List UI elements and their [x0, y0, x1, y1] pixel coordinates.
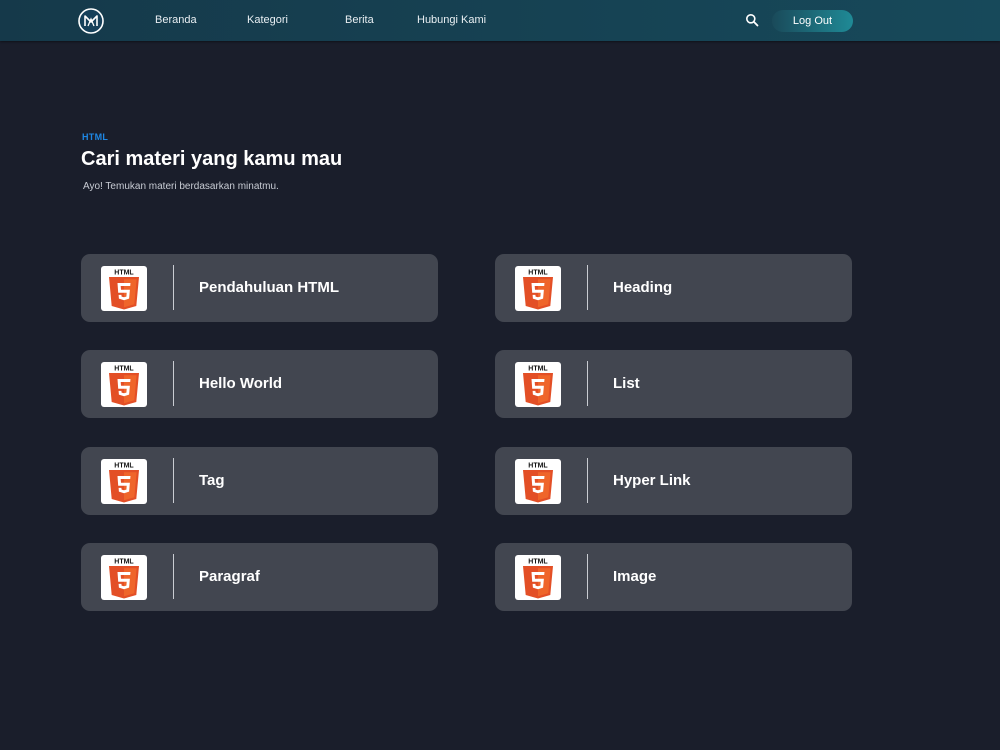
card-label: List — [613, 375, 640, 392]
card-divider — [587, 458, 588, 503]
card-label: Hyper Link — [613, 472, 691, 489]
svg-text:HTML: HTML — [528, 270, 548, 277]
html5-icon: HTML — [101, 459, 147, 504]
svg-text:HTML: HTML — [528, 463, 548, 470]
card-divider — [173, 361, 174, 406]
materi-card[interactable]: HTML Paragraf — [81, 543, 438, 611]
card-label: Hello World — [199, 375, 283, 392]
svg-text:HTML: HTML — [114, 366, 134, 373]
logo-icon[interactable] — [78, 8, 104, 34]
card-label: Paragraf — [199, 568, 260, 585]
card-divider — [587, 361, 588, 406]
materi-card[interactable]: HTML Pendahuluan HTML — [81, 254, 438, 322]
card-divider — [173, 554, 174, 599]
card-label: Heading — [613, 279, 673, 296]
logout-button[interactable]: Log Out — [772, 10, 853, 32]
svg-text:HTML: HTML — [528, 559, 548, 566]
nav-link-hubungi-kami[interactable]: Hubungi Kami — [417, 0, 486, 41]
card-label: Tag — [199, 472, 225, 489]
search-icon[interactable] — [745, 13, 759, 27]
html5-icon: HTML — [515, 362, 561, 407]
materi-card[interactable]: HTML Hyper Link — [495, 447, 852, 515]
svg-text:HTML: HTML — [114, 270, 134, 277]
svg-text:HTML: HTML — [114, 463, 134, 470]
card-divider — [587, 265, 588, 310]
page-subtitle: Ayo! Temukan materi berdasarkan minatmu. — [83, 181, 279, 192]
html5-icon: HTML — [515, 555, 561, 600]
html5-icon: HTML — [515, 459, 561, 504]
html5-icon: HTML — [101, 266, 147, 311]
materi-card[interactable]: HTML Hello World — [81, 350, 438, 418]
materi-card[interactable]: HTML Heading — [495, 254, 852, 322]
page-title: Cari materi yang kamu mau — [81, 148, 343, 170]
card-divider — [173, 458, 174, 503]
materi-card[interactable]: HTML List — [495, 350, 852, 418]
card-divider — [587, 554, 588, 599]
card-divider — [173, 265, 174, 310]
materi-card[interactable]: HTML Image — [495, 543, 852, 611]
svg-text:HTML: HTML — [528, 366, 548, 373]
navbar: Beranda Kategori Berita Hubungi Kami Log… — [0, 0, 1000, 41]
category-eyebrow: HTML — [82, 132, 109, 142]
card-label: Pendahuluan HTML — [199, 279, 339, 296]
materi-card[interactable]: HTML Tag — [81, 447, 438, 515]
html5-icon: HTML — [101, 555, 147, 600]
nav-link-beranda[interactable]: Beranda — [155, 0, 197, 41]
nav-link-berita[interactable]: Berita — [345, 0, 374, 41]
html5-icon: HTML — [101, 362, 147, 407]
html5-icon: HTML — [515, 266, 561, 311]
svg-text:HTML: HTML — [114, 559, 134, 566]
nav-link-kategori[interactable]: Kategori — [247, 0, 288, 41]
card-label: Image — [613, 568, 657, 585]
